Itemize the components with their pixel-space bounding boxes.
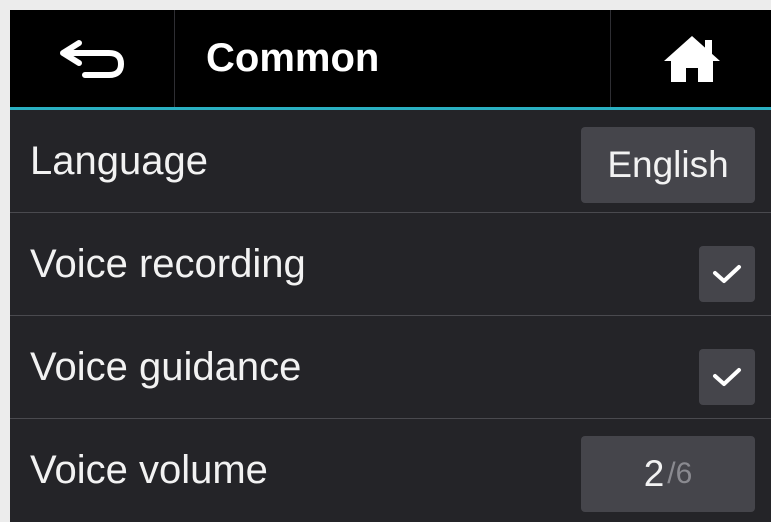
checkmark-icon [713,265,741,283]
volume-total: /6 [667,457,693,490]
setting-row-voice-recording: Voice recording [10,213,771,316]
voice-recording-checkbox[interactable] [699,246,755,302]
setting-label: Voice volume [30,448,268,492]
home-icon [663,35,720,82]
page-title: Common [206,36,380,80]
language-button[interactable]: English [581,127,755,203]
setting-label: Voice guidance [30,345,302,389]
back-button[interactable] [10,10,175,107]
volume-value: 2 [643,453,665,494]
header-bar: Common [10,10,771,110]
back-arrow-icon [60,39,125,78]
setting-label: Voice recording [30,242,306,286]
home-button[interactable] [610,10,771,107]
checkmark-icon [713,368,741,386]
settings-screen: Common Language English Voice recording … [10,10,771,522]
voice-volume-button[interactable]: 2/6 [581,436,755,512]
setting-row-voice-volume: Voice volume 2/6 [10,419,771,522]
setting-row-voice-guidance: Voice guidance [10,316,771,419]
voice-guidance-checkbox[interactable] [699,349,755,405]
setting-label: Language [30,139,208,183]
setting-row-language: Language English [10,110,771,213]
